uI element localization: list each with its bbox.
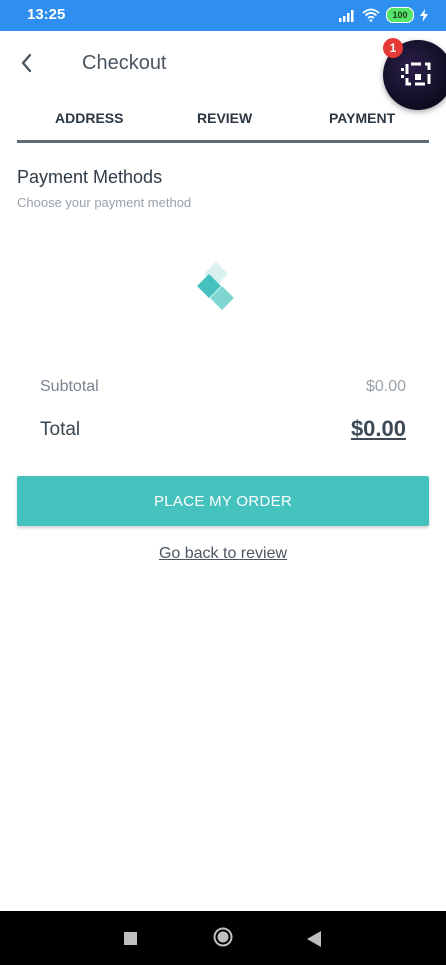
tab-review[interactable]: REVIEW — [197, 110, 252, 126]
wifi-icon — [362, 8, 380, 22]
battery-icon: 100 — [386, 7, 414, 23]
system-nav-bar — [0, 911, 446, 965]
header: Checkout — [0, 31, 446, 95]
page-title: Checkout — [82, 52, 167, 74]
charging-icon — [420, 8, 428, 22]
tab-address[interactable]: ADDRESS — [55, 110, 123, 126]
recents-square-icon[interactable] — [124, 932, 137, 945]
notification-badge: 1 — [383, 38, 403, 58]
status-icons: 100 — [338, 7, 428, 23]
status-bar: 13:25 100 — [0, 0, 446, 31]
go-back-to-review-link[interactable]: Go back to review — [0, 545, 446, 563]
home-circle-icon[interactable] — [213, 927, 233, 947]
status-time: 13:25 — [27, 6, 66, 23]
place-order-button[interactable]: PLACE MY ORDER — [17, 476, 429, 526]
diamond-loader-icon — [197, 262, 234, 310]
tab-payment[interactable]: PAYMENT — [329, 110, 395, 126]
back-triangle-icon[interactable] — [307, 931, 321, 947]
chevron-left-icon — [21, 53, 32, 73]
subtotal-value: $0.00 — [365, 378, 406, 395]
back-button[interactable] — [14, 49, 42, 77]
payment-methods-title: Payment Methods — [17, 167, 163, 187]
tabs-divider — [17, 140, 429, 143]
total-value: $0.00 — [350, 416, 406, 441]
total-label: Total — [40, 419, 81, 440]
payment-methods-subtitle: Choose your payment method — [17, 195, 192, 210]
signal-icon — [339, 9, 354, 22]
checkout-tabs: ADDRESS REVIEW PAYMENT — [17, 104, 429, 144]
subtotal-label: Subtotal — [40, 378, 99, 395]
